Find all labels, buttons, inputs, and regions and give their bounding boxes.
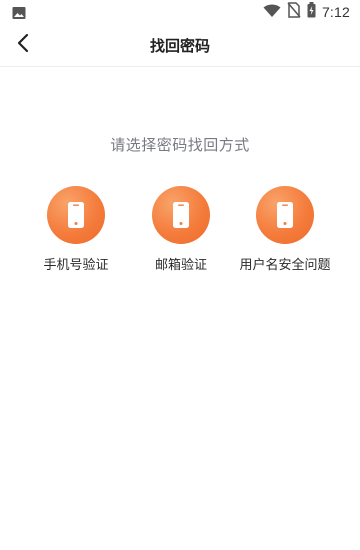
page-title: 找回密码 <box>149 37 210 55</box>
app-bar: 找回密码 <box>0 24 360 67</box>
no-sim-icon <box>287 2 301 22</box>
email-verification-option[interactable]: 邮箱验证 <box>126 186 236 273</box>
option-label: 手机号验证 <box>43 258 109 273</box>
screen: 7:12 找回密码 请选择密码找回方式 手机号验证 邮箱验证 用户名安全问题 <box>0 0 360 550</box>
battery-charging-icon <box>307 2 316 22</box>
security-question-option[interactable]: 用户名安全问题 <box>230 186 340 273</box>
recovery-options: 手机号验证 邮箱验证 用户名安全问题 <box>0 186 360 286</box>
option-label: 邮箱验证 <box>154 258 207 273</box>
recovery-prompt: 请选择密码找回方式 <box>110 136 250 154</box>
phone-icon <box>47 186 105 244</box>
phone-icon <box>256 186 314 244</box>
status-icons: 7:12 <box>263 2 350 22</box>
status-bar: 7:12 <box>0 0 360 24</box>
option-label: 用户名安全问题 <box>239 258 331 273</box>
wifi-icon <box>263 3 281 22</box>
image-icon <box>12 5 26 19</box>
phone-icon <box>152 186 210 244</box>
status-time: 7:12 <box>321 4 350 20</box>
phone-verification-option[interactable]: 手机号验证 <box>21 186 131 273</box>
